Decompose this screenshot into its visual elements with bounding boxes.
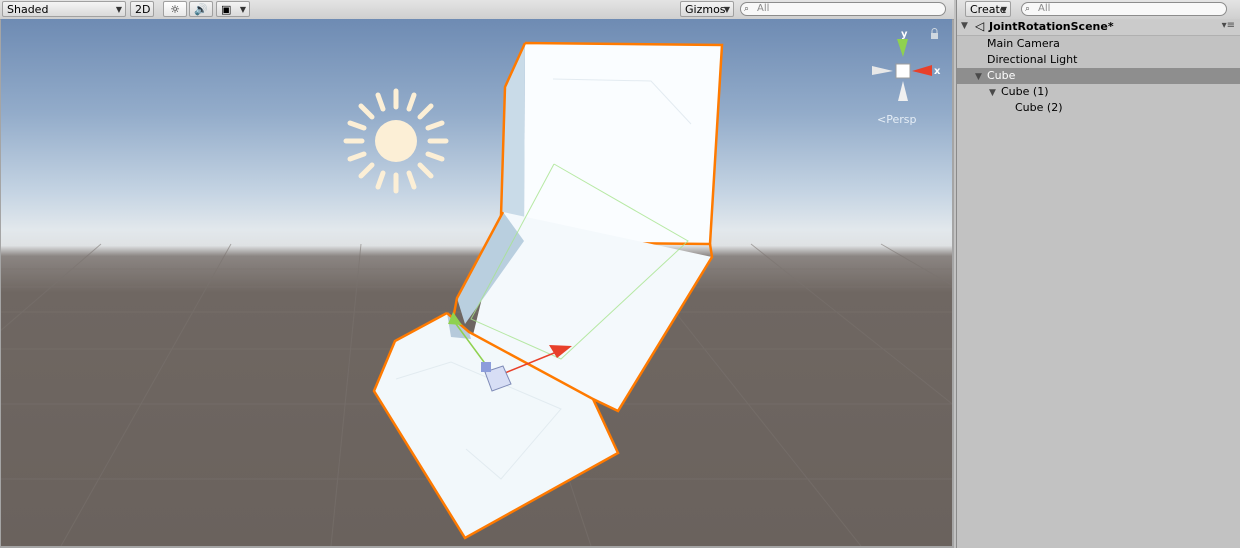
directional-light-sun-icon[interactable]: [343, 88, 449, 194]
expand-triangle-icon[interactable]: ▼: [975, 69, 982, 85]
hierarchy-item-label: Main Camera: [987, 37, 1060, 50]
scene-header-row[interactable]: ▼ ◁ JointRotationScene* ▾≡: [957, 19, 1240, 36]
scene-lighting-button[interactable]: ☼: [163, 1, 187, 17]
image-icon: ▣: [221, 3, 232, 16]
scene-audio-button[interactable]: 🔊: [189, 1, 213, 17]
chevron-left-icon: <: [877, 113, 887, 126]
hierarchy-item-main-camera[interactable]: Main Camera: [957, 36, 1240, 52]
hierarchy-item-label: Cube: [987, 69, 1016, 82]
scene-canvas[interactable]: y x: [1, 19, 952, 546]
hierarchy-toolbar: Create ▼ ⌕ All: [957, 0, 1240, 20]
scene-search-input[interactable]: ⌕ All: [740, 2, 946, 16]
scene-name: JointRotationScene*: [989, 20, 1114, 33]
hierarchy-panel: Create ▼ ⌕ All ▼ ◁ JointRotationScene* ▾…: [956, 0, 1240, 548]
search-icon: ⌕: [744, 4, 750, 14]
toggle-2d-button[interactable]: 2D: [130, 1, 154, 17]
gizmo-y-cone-icon[interactable]: [897, 39, 908, 57]
scene-search-text: All: [757, 3, 770, 14]
sun-icon: ☼: [170, 3, 180, 16]
scene-menu-icon[interactable]: ▾≡: [1222, 20, 1235, 31]
gizmo-x-cone-icon[interactable]: [912, 65, 932, 76]
search-icon: ⌕: [1025, 4, 1031, 14]
toggle-2d-label: 2D: [135, 3, 151, 16]
hierarchy-item-label: Cube (1): [1001, 85, 1049, 98]
scene-orientation-gizmo[interactable]: y x: [872, 29, 941, 101]
plane-handle-icon[interactable]: [481, 362, 491, 372]
hierarchy-item-cube-1[interactable]: ▼ Cube (1): [957, 84, 1240, 100]
hierarchy-search-text: All: [1038, 3, 1051, 14]
create-dropdown[interactable]: Create ▼: [965, 1, 1011, 17]
hierarchy-item-directional-light[interactable]: Directional Light: [957, 52, 1240, 68]
scene-viewport[interactable]: y x <Persp: [1, 19, 952, 546]
hierarchy-item-cube-2[interactable]: Cube (2): [957, 100, 1240, 116]
projection-text: Persp: [886, 113, 917, 126]
chevron-down-icon: ▼: [115, 5, 122, 14]
cube-2-object[interactable]: [499, 41, 724, 246]
expand-triangle-icon[interactable]: ▼: [961, 21, 968, 31]
shading-mode-label: Shaded: [7, 3, 49, 16]
scene-toolbar: Shaded ▼ 2D ☼ 🔊 ▣ ▼ Gizmos ▼ ⌕ All: [0, 0, 954, 20]
gizmos-label: Gizmos: [685, 3, 726, 16]
chevron-down-icon: ▼: [723, 5, 730, 14]
gizmo-neg-y-cone-icon[interactable]: [898, 81, 908, 101]
hierarchy-item-label: Cube (2): [1015, 101, 1063, 114]
scene-view-panel: Shaded ▼ 2D ☼ 🔊 ▣ ▼ Gizmos ▼ ⌕ All y x <…: [0, 0, 954, 548]
hierarchy-item-cube[interactable]: ▼ Cube: [957, 68, 1240, 84]
scene-effects-button[interactable]: ▣ ▼: [216, 1, 250, 17]
hierarchy-search-input[interactable]: ⌕ All: [1021, 2, 1227, 16]
gizmo-x-label: x: [934, 66, 941, 77]
speaker-icon: 🔊: [194, 3, 208, 16]
gizmo-y-label: y: [901, 29, 908, 40]
chevron-down-icon: ▼: [239, 5, 246, 14]
shading-mode-dropdown[interactable]: Shaded ▼: [2, 1, 126, 17]
unity-scene-icon: ◁: [975, 19, 985, 33]
chevron-down-icon: ▼: [1000, 5, 1007, 14]
expand-triangle-icon[interactable]: ▼: [989, 85, 996, 101]
gizmos-dropdown[interactable]: Gizmos ▼: [680, 1, 734, 17]
lock-icon[interactable]: [931, 28, 938, 40]
gizmo-neg-x-cone-icon[interactable]: [872, 66, 893, 75]
gizmo-center-cube-icon[interactable]: [895, 63, 911, 79]
camera-projection-label[interactable]: <Persp: [877, 113, 916, 126]
hierarchy-item-label: Directional Light: [987, 53, 1078, 66]
